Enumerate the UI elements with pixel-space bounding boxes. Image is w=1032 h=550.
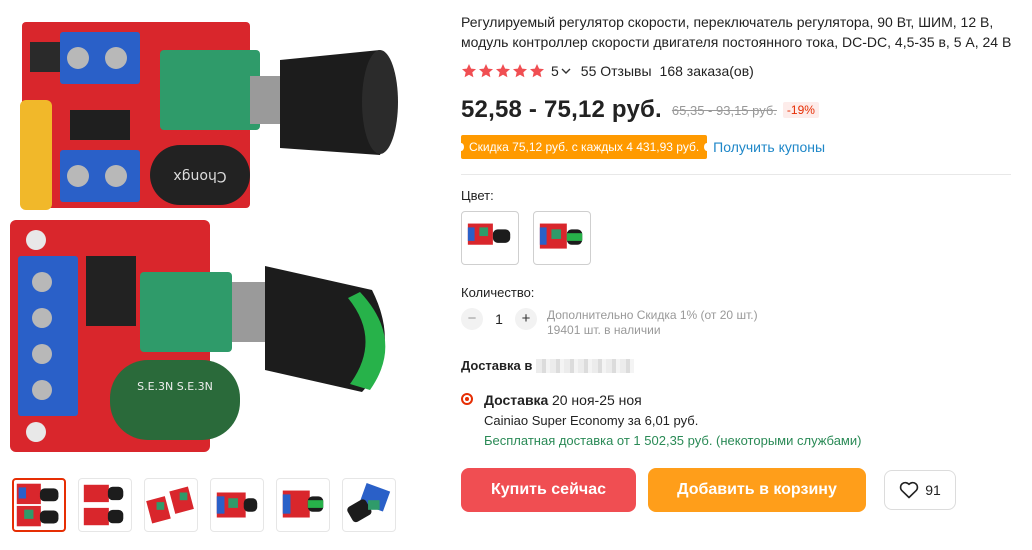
wishlist-count: 91 bbox=[925, 482, 941, 498]
star-icon bbox=[513, 64, 527, 78]
star-icon bbox=[462, 64, 476, 78]
quantity-row: − 1 + Дополнительно Скидка 1% (от 20 шт.… bbox=[461, 308, 1021, 338]
thumbnail-6[interactable] bbox=[342, 478, 396, 532]
thumbnail-2[interactable] bbox=[78, 478, 132, 532]
purchase-actions: Купить сейчас Добавить в корзину 91 bbox=[461, 468, 1021, 512]
rating-row: 5 55 Отзывы 168 заказа(ов) bbox=[461, 60, 1021, 82]
wishlist-button[interactable]: 91 bbox=[884, 470, 956, 510]
heart-icon bbox=[899, 481, 919, 499]
svg-text:S.E.3N S.E.3N: S.E.3N S.E.3N bbox=[137, 380, 213, 393]
shipping-details: Доставка 20 ноя-25 ноя Cainiao Super Eco… bbox=[484, 390, 861, 451]
thumbnail-5[interactable] bbox=[276, 478, 330, 532]
divider bbox=[461, 174, 1011, 175]
shipping-carrier: Cainiao Super Economy за 6,01 руб. bbox=[484, 413, 699, 428]
quantity-decrease-button[interactable]: − bbox=[461, 308, 483, 330]
thumbnail-1[interactable] bbox=[12, 478, 66, 532]
delivery-location-redacted[interactable] bbox=[536, 358, 635, 373]
coupon-badge: Скидка 75,12 руб. с каждых 4 431,93 руб. bbox=[457, 135, 711, 159]
star-icon bbox=[530, 64, 544, 78]
shipping-option[interactable]: Доставка 20 ноя-25 ноя Cainiao Super Eco… bbox=[461, 390, 1021, 451]
color-option-1[interactable] bbox=[461, 211, 519, 265]
rating-stars bbox=[461, 63, 545, 79]
thumbnail-4[interactable] bbox=[210, 478, 264, 532]
bulk-discount-note: Дополнительно Скидка 1% (от 20 шт.) bbox=[547, 308, 758, 322]
star-icon bbox=[496, 64, 510, 78]
chevron-down-icon[interactable] bbox=[561, 66, 571, 76]
color-option-2[interactable] bbox=[533, 211, 591, 265]
quantity-increase-button[interactable]: + bbox=[515, 308, 537, 330]
free-shipping-note: Бесплатная доставка от 1 502,35 руб. (не… bbox=[484, 433, 862, 448]
star-icon bbox=[479, 64, 493, 78]
shipping-method-label: Доставка bbox=[484, 392, 549, 408]
color-label: Цвет: bbox=[461, 188, 494, 203]
reviews-link[interactable]: 55 Отзывы bbox=[581, 63, 652, 79]
old-price: 65,35 - 93,15 руб. bbox=[671, 102, 777, 118]
product-info: Регулируемый регулятор скорости, переклю… bbox=[457, 12, 1021, 512]
image-gallery: Chongx S.E.3N S.E.3N bbox=[0, 0, 420, 550]
thumbnail-strip bbox=[12, 478, 396, 532]
product-title: Регулируемый регулятор скорости, переклю… bbox=[461, 14, 1012, 50]
shipping-dates: 20 ноя-25 ноя bbox=[551, 392, 642, 408]
get-coupons-link[interactable]: Получить купоны bbox=[713, 139, 825, 155]
thumbnail-3[interactable] bbox=[144, 478, 198, 532]
main-product-image[interactable]: Chongx S.E.3N S.E.3N bbox=[10, 20, 410, 460]
quantity-label: Количество: bbox=[461, 285, 535, 300]
quantity-value[interactable]: 1 bbox=[483, 308, 515, 330]
stock-note: 19401 шт. в наличии bbox=[547, 323, 661, 337]
price-row: 52,58 - 75,12 руб. 65,35 - 93,15 руб. -1… bbox=[461, 94, 1021, 126]
delivery-heading: Доставка в bbox=[461, 358, 1021, 373]
svg-text:Chongx: Chongx bbox=[173, 168, 226, 184]
discount-badge: -19% bbox=[782, 102, 819, 118]
buy-now-button[interactable]: Купить сейчас bbox=[461, 468, 636, 512]
coupon-row: Скидка 75,12 руб. с каждых 4 431,93 руб.… bbox=[457, 134, 1021, 160]
add-to-cart-button[interactable]: Добавить в корзину bbox=[648, 468, 866, 512]
rating-value: 5 bbox=[551, 63, 559, 79]
current-price: 52,58 - 75,12 руб. bbox=[461, 96, 662, 123]
delivery-heading-label: Доставка в bbox=[461, 358, 533, 373]
quantity-notes: Дополнительно Скидка 1% (от 20 шт.) 1940… bbox=[547, 308, 758, 338]
orders-count: 168 заказа(ов) bbox=[659, 63, 754, 79]
color-options bbox=[461, 211, 1021, 265]
radio-selected-icon[interactable] bbox=[461, 393, 473, 405]
